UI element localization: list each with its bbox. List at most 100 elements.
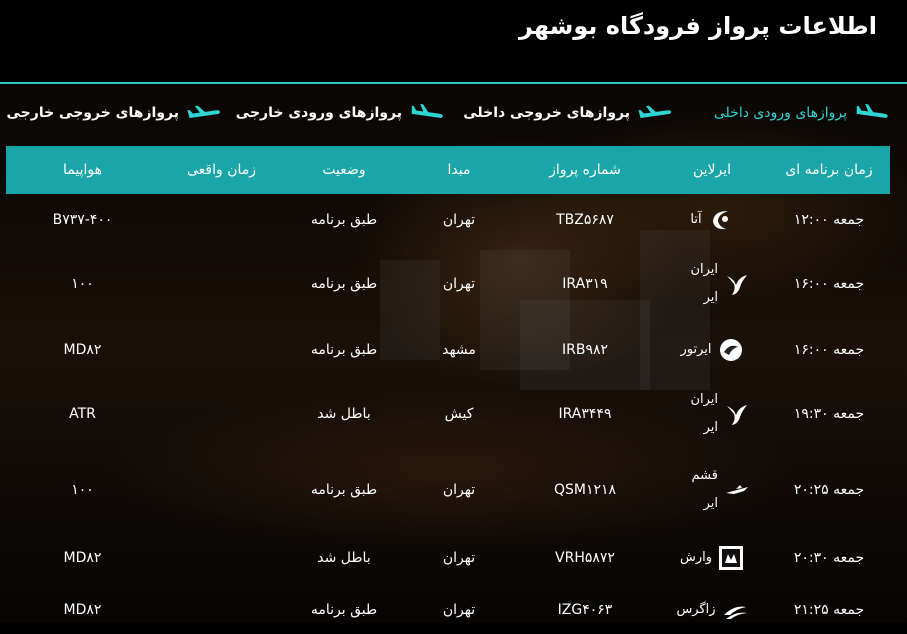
airline-name: آتا — [690, 212, 702, 227]
tab-international-arrivals[interactable]: پروازهای ورودی خارجی — [236, 98, 444, 128]
plane-arrival-icon — [410, 103, 444, 122]
tab-label: پروازهای خروجی خارجی — [6, 105, 179, 121]
scheduled-time-cell: جمعه ۱۹:۳۰ — [793, 406, 865, 422]
airline-cell: ایران ایر — [656, 378, 768, 450]
status-cell: طبق برنامه — [310, 212, 378, 228]
status-cell: طبق برنامه — [310, 342, 378, 358]
qeshmair-logo-icon — [724, 477, 750, 503]
actual-time-cell — [159, 450, 284, 530]
airline-wrap: ایران ایر — [656, 386, 768, 442]
actual-time-cell — [159, 530, 284, 586]
title-bar: اطلاعات پرواز فرودگاه بوشهر — [0, 0, 907, 84]
plane-arrival-icon — [855, 103, 889, 122]
scheduled-time-cell: جمعه ۱۲:۰۰ — [793, 212, 865, 228]
col-header-origin: مبدا — [447, 162, 471, 178]
flight-number-cell: IZG۴۰۶۳ — [557, 602, 613, 618]
airline-wrap: ایرتور — [656, 336, 768, 364]
plane-departure-icon — [638, 104, 672, 122]
flight-number-cell: IRA۳۴۴۹ — [558, 406, 612, 422]
status-cell: باطل شد — [317, 550, 371, 566]
scheduled-time-cell: جمعه ۱۶:۰۰ — [793, 342, 865, 358]
airline-wrap: وارش — [656, 544, 768, 572]
airline-name: وارش — [679, 550, 713, 565]
col-header-actual-time: زمان واقعی — [186, 162, 257, 178]
origin-cell: تهران — [442, 602, 476, 618]
col-header-airline: ایرلاین — [692, 162, 732, 178]
scheduled-time-cell: جمعه ۲۱:۲۵ — [793, 602, 865, 618]
flight-table: زمان برنامه ای ایرلاین شماره پرواز مبدا … — [6, 146, 890, 623]
airline-name: ایرتور — [680, 342, 712, 357]
actual-time-cell — [159, 378, 284, 450]
zagros-logo-icon — [722, 597, 748, 623]
status-cell: طبق برنامه — [310, 602, 378, 618]
scheduled-time-cell: جمعه ۲۰:۲۵ — [793, 482, 865, 498]
airline-cell: ایران ایر — [656, 246, 768, 322]
tab-label: پروازهای خروجی داخلی — [463, 105, 630, 121]
ata-logo-icon — [708, 207, 734, 233]
col-header-status: وضعیت — [322, 162, 366, 178]
iranairtour-logo-icon — [718, 337, 744, 363]
flight-number-cell: VRH۵۸۷۲ — [555, 550, 615, 566]
aircraft-cell: ۱۰۰ — [71, 276, 94, 292]
flight-tabs: پروازهای ورودی داخلی پروازهای خروجی داخل… — [0, 98, 907, 128]
page-title: اطلاعات پرواز فرودگاه بوشهر — [519, 12, 877, 40]
col-header-scheduled: زمان برنامه ای — [785, 162, 873, 178]
airline-cell: ایرتور — [656, 322, 768, 378]
table-row: جمعه ۱۹:۳۰ ایران ایر IRA۳۴۴۹ کیش باطل شد ATR — [6, 378, 890, 450]
plane-departure-icon — [187, 104, 221, 122]
aircraft-cell: ۱۰۰ — [71, 482, 94, 498]
flight-number-cell: QSM۱۲۱۸ — [553, 482, 617, 498]
actual-time-cell — [159, 194, 284, 246]
col-header-flight-number: شماره پرواز — [549, 162, 621, 178]
scheduled-time-cell: جمعه ۱۶:۰۰ — [793, 276, 865, 292]
tab-domestic-departures[interactable]: پروازهای خروجی داخلی — [463, 98, 672, 128]
scheduled-time-cell: جمعه ۲۰:۳۰ — [793, 550, 865, 566]
table-row: جمعه ۱۲:۰۰ آتا TBZ۵۶۸۷ تهران طبق برنامه B۷۳۷-… — [6, 194, 890, 246]
tab-international-departures[interactable]: پروازهای خروجی خارجی — [7, 98, 221, 128]
status-cell: باطل شد — [317, 406, 371, 422]
table-row: جمعه ۲۱:۲۵ زاگرس IZG۴۰۶۳ تهران طبق برنامه MD۸… — [6, 586, 890, 634]
aircraft-cell: ATR — [69, 406, 96, 422]
airline-cell: وارش — [656, 530, 768, 586]
airline-wrap: زاگرس — [656, 596, 768, 624]
aircraft-cell: MD۸۲ — [63, 342, 102, 358]
aircraft-cell: MD۸۲ — [63, 550, 102, 566]
table-row: جمعه ۱۶:۰۰ ایرتور IRB۹۸۲ مشهد طبق برنامه MD۸۲ — [6, 322, 890, 378]
airline-name: ایران ایر — [690, 392, 718, 435]
iranair-logo-icon — [724, 401, 750, 427]
aircraft-cell: MD۸۲ — [63, 602, 102, 618]
flight-number-cell: IRA۳۱۹ — [562, 276, 608, 292]
origin-cell: تهران — [442, 276, 476, 292]
origin-cell: مشهد — [442, 342, 476, 358]
airline-cell: آتا — [656, 194, 768, 246]
airline-wrap: ایران ایر — [656, 256, 768, 312]
tab-label: پروازهای ورودی خارجی — [235, 105, 402, 121]
origin-cell: تهران — [442, 212, 476, 228]
airline-wrap: آتا — [656, 206, 768, 234]
airline-cell: قشم ایر — [656, 450, 768, 530]
origin-cell: کیش — [444, 406, 474, 422]
varesh-logo-icon — [718, 545, 744, 571]
iranair-logo-icon — [724, 271, 750, 297]
airline-name: زاگرس — [676, 602, 716, 617]
airline-name: ایران ایر — [690, 262, 718, 305]
table-header-row: زمان برنامه ای ایرلاین شماره پرواز مبدا … — [6, 146, 890, 194]
flight-number-cell: IRB۹۸۲ — [561, 342, 609, 358]
status-cell: طبق برنامه — [310, 276, 378, 292]
actual-time-cell — [159, 246, 284, 322]
tab-domestic-arrivals[interactable]: پروازهای ورودی داخلی — [714, 98, 889, 128]
col-header-aircraft: هواپیما — [63, 162, 102, 178]
actual-time-cell — [159, 322, 284, 378]
aircraft-cell: B۷۳۷-۴۰۰ — [52, 212, 113, 228]
airline-name: قشم ایر — [691, 468, 718, 511]
table-row: جمعه ۲۰:۳۰ وارش VRH۵۸۷۲ تهران باطل شد MD۸۲ — [6, 530, 890, 586]
flight-number-cell: TBZ۵۶۸۷ — [556, 212, 614, 228]
table-row: جمعه ۱۶:۰۰ ایران ایر IRA۳۱۹ تهران طبق برنامه… — [6, 246, 890, 322]
tab-label: پروازهای ورودی داخلی — [713, 105, 847, 121]
airline-cell: زاگرس — [656, 586, 768, 634]
status-cell: طبق برنامه — [310, 482, 378, 498]
actual-time-cell — [159, 586, 284, 634]
airline-wrap: قشم ایر — [656, 462, 768, 518]
table-row: جمعه ۲۰:۲۵ قشم ایر QSM۱۲۱۸ تهران طبق برنامه ۱… — [6, 450, 890, 530]
origin-cell: تهران — [442, 550, 476, 566]
